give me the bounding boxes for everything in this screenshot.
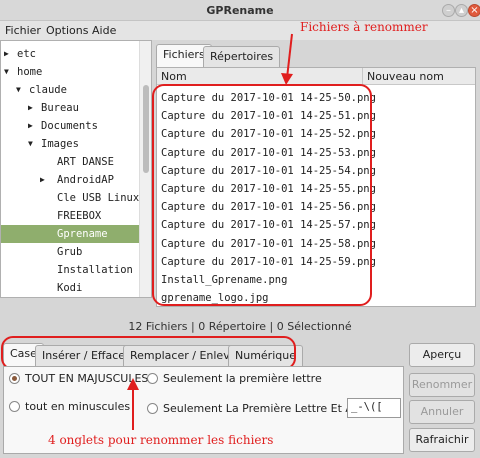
close-icon: × <box>470 5 479 16</box>
tree-item[interactable]: ▼ claude <box>1 81 139 99</box>
refresh-button[interactable]: Rafraichir <box>409 428 475 452</box>
maximize-icon: ▴ <box>458 5 465 16</box>
expander-expanded-icon[interactable]: ▼ <box>16 81 21 99</box>
tree-item[interactable]: Cle USB Linux <box>1 189 139 207</box>
annotation-tabs-label: 4 onglets pour renommer les fichiers <box>48 433 274 447</box>
rename-button[interactable]: Renommer <box>409 373 475 397</box>
tree-item[interactable]: ART DANSE <box>1 153 139 171</box>
tree-item[interactable]: ▶ AndroidAP <box>1 171 139 189</box>
column-header-new-name[interactable]: Nouveau nom <box>363 68 475 85</box>
minimize-button[interactable]: – <box>442 4 455 17</box>
expander-collapsed-icon[interactable]: ▶ <box>4 45 9 63</box>
tree-item-label: Installation <box>57 264 133 276</box>
tree-item[interactable]: Kodi <box>1 279 139 297</box>
expander-collapsed-icon[interactable]: ▶ <box>28 117 33 135</box>
expander-expanded-icon[interactable]: ▼ <box>28 135 33 153</box>
file-row[interactable]: gprename_logo.jpg <box>161 289 268 306</box>
window-title: GPRename <box>206 4 274 17</box>
file-row[interactable]: Capture du 2017-10-01 14-25-57.png <box>161 216 376 234</box>
tree-item-label: Kodi <box>57 282 83 294</box>
expander-collapsed-icon[interactable]: ▶ <box>28 99 33 117</box>
tree-item[interactable]: ▼ Images <box>1 135 139 153</box>
column-header-name[interactable]: Nom <box>157 68 363 85</box>
tab-repertoires[interactable]: Répertoires <box>203 46 281 67</box>
separators-input[interactable]: _-\([ <box>347 398 401 418</box>
file-row[interactable]: Capture du 2017-10-01 14-25-50.png <box>161 89 376 107</box>
tree-item-label: etc <box>17 48 36 60</box>
tree-scrollbar-thumb[interactable] <box>143 85 149 173</box>
label-word-first-letter[interactable]: Seulement La Première Lettre Et Après <box>163 402 377 415</box>
tree-scrollbar[interactable] <box>139 41 151 297</box>
tab-inserer-effacer[interactable]: Insérer / Effacer <box>35 345 137 366</box>
tree-item[interactable]: ▶ Bureau <box>1 99 139 117</box>
tree-item-label: home <box>17 66 43 78</box>
tree-item-label: Grub <box>57 246 83 258</box>
file-row[interactable]: Capture du 2017-10-01 14-25-58.png <box>161 235 376 253</box>
directory-tree[interactable]: ▶ etc ▼ home ▼ claude ▶ Bureau ▶ Documents ▼ Images… <box>0 40 152 298</box>
maximize-button[interactable]: ▴ <box>455 4 468 17</box>
tree-item[interactable]: ▼ home <box>1 63 139 81</box>
tree-item-label: Documents <box>41 120 98 132</box>
minimize-icon: – <box>446 5 451 16</box>
label-first-letter[interactable]: Seulement la première lettre <box>163 372 322 385</box>
tree-item[interactable]: Installation <box>1 261 139 279</box>
label-uppercase[interactable]: TOUT EN MAJUSCULES <box>25 372 148 385</box>
file-row[interactable]: Capture du 2017-10-01 14-25-59.png <box>161 253 376 271</box>
tree-item-label: Cle USB Linux <box>57 192 140 204</box>
annotation-files-label: Fichiers à renommer <box>300 20 428 34</box>
tree-item-label: Images <box>41 138 79 150</box>
menu-aide[interactable]: Aide <box>92 24 116 37</box>
file-row[interactable]: Install_Gprename.png <box>161 271 287 289</box>
radio-uppercase[interactable] <box>9 373 20 384</box>
cancel-button[interactable]: Annuler <box>409 400 475 424</box>
radio-first-letter[interactable] <box>147 373 158 384</box>
expander-expanded-icon[interactable]: ▼ <box>4 63 9 81</box>
title-bar: GPRename – ▴ × <box>0 0 480 21</box>
label-lowercase[interactable]: tout en minuscules <box>25 400 130 413</box>
menu-options[interactable]: Options <box>46 24 88 37</box>
tree-item-label: Bureau <box>41 102 79 114</box>
file-row[interactable]: Capture du 2017-10-01 14-25-56.png <box>161 198 376 216</box>
file-row[interactable]: Capture du 2017-10-01 14-25-52.png <box>161 125 376 143</box>
tree-item[interactable]: FREEBOX <box>1 207 139 225</box>
file-row[interactable]: Capture du 2017-10-01 14-25-51.png <box>161 107 376 125</box>
tree-item-label: Gprename <box>57 228 108 240</box>
tree-item-label: ART DANSE <box>57 156 114 168</box>
expander-collapsed-icon[interactable]: ▶ <box>40 171 45 189</box>
status-text: 12 Fichiers | 0 Répertoire | 0 Sélection… <box>128 320 352 333</box>
close-button[interactable]: × <box>468 4 480 17</box>
tree-item-label: AndroidAP <box>57 174 114 186</box>
radio-word-first-letter[interactable] <box>147 403 158 414</box>
tab-numerique[interactable]: Numérique <box>228 345 303 366</box>
menu-fichier[interactable]: Fichier <box>5 24 41 37</box>
preview-button[interactable]: Aperçu <box>409 343 475 367</box>
files-list[interactable]: Nom Nouveau nom Capture du 2017-10-01 14… <box>156 67 476 307</box>
tree-item[interactable]: ▶ Documents <box>1 117 139 135</box>
tree-item-label: FREEBOX <box>57 210 102 222</box>
file-row[interactable]: Capture du 2017-10-01 14-25-55.png <box>161 180 376 198</box>
tree-item[interactable]: ▶ etc <box>1 45 139 63</box>
tree-item-label: claude <box>29 84 67 96</box>
tree-item[interactable]: Grub <box>1 243 139 261</box>
radio-lowercase[interactable] <box>9 401 20 412</box>
file-row[interactable]: Capture du 2017-10-01 14-25-53.png <box>161 144 376 162</box>
tree-item[interactable]: Gprename <box>1 225 139 243</box>
file-row[interactable]: Capture du 2017-10-01 14-25-54.png <box>161 162 376 180</box>
